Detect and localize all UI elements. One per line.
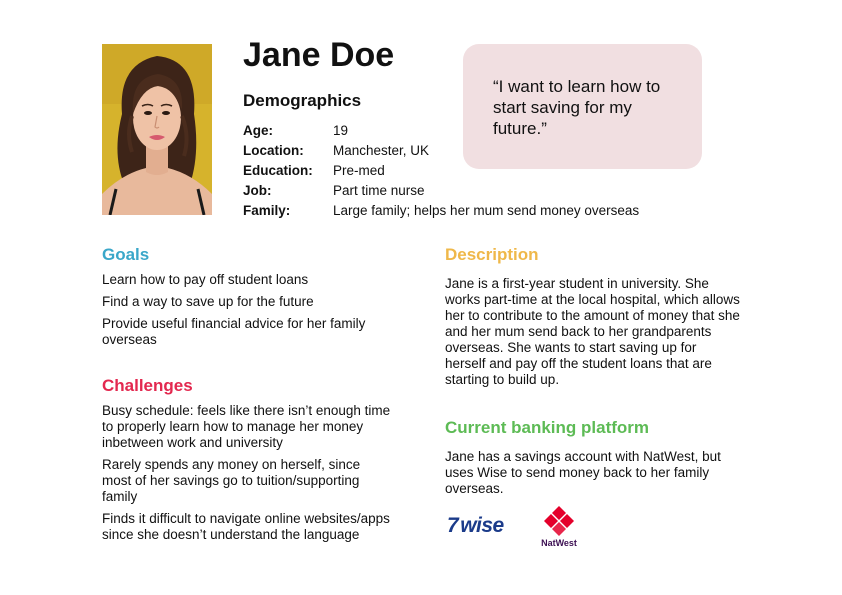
demographic-value: Part time nurse [333, 183, 425, 198]
demographic-value: Large family; helps her mum send money o… [333, 203, 640, 218]
banking-title: Current banking platform [445, 418, 650, 437]
demographic-label: Family: [243, 203, 291, 218]
goal-item: Learn how to pay off student loans [102, 272, 309, 287]
demographics-title: Demographics [243, 91, 362, 110]
description-text: Jane is a first-year student in universi… [445, 276, 740, 387]
goals-list: Learn how to pay off student loans Find … [102, 272, 392, 354]
wise-logo: 7 wise [447, 514, 504, 538]
demographic-label: Education: [243, 163, 313, 178]
demographic-label: Age: [243, 123, 273, 138]
demographic-label: Job: [243, 183, 272, 198]
demographic-value: Pre-med [333, 163, 385, 178]
persona-quote: “I want to learn how to start saving for… [493, 77, 661, 138]
goals-title: Goals [102, 245, 150, 264]
description-title: Description [445, 245, 539, 264]
challenges-title: Challenges [102, 376, 193, 395]
natwest-wordmark: NatWest [541, 538, 577, 548]
banking-text: Jane has a savings account with NatWest,… [445, 449, 721, 496]
goal-item: Provide useful financial advice for her … [102, 316, 366, 347]
demographic-value: 19 [333, 123, 349, 138]
challenge-item: Busy schedule: feels like there isn’t en… [102, 403, 391, 450]
wise-flag-icon: 7 [447, 514, 459, 537]
quote-card: “I want to learn how to start saving for… [463, 44, 702, 169]
natwest-logo: NatWest [535, 505, 583, 549]
challenge-item: Rarely spends any money on herself, sinc… [102, 457, 361, 504]
demographic-value: Manchester, UK [333, 143, 430, 158]
demographic-label: Location: [243, 143, 304, 158]
natwest-chevron-icon [544, 506, 574, 536]
wise-wordmark: wise [460, 514, 504, 537]
challenges-list: Busy schedule: feels like there isn’t en… [102, 403, 392, 549]
profile-photo [102, 44, 212, 215]
challenge-item: Finds it difficult to navigate online we… [102, 511, 390, 542]
persona-name: Jane Doe [243, 36, 395, 74]
goal-item: Find a way to save up for the future [102, 294, 314, 309]
